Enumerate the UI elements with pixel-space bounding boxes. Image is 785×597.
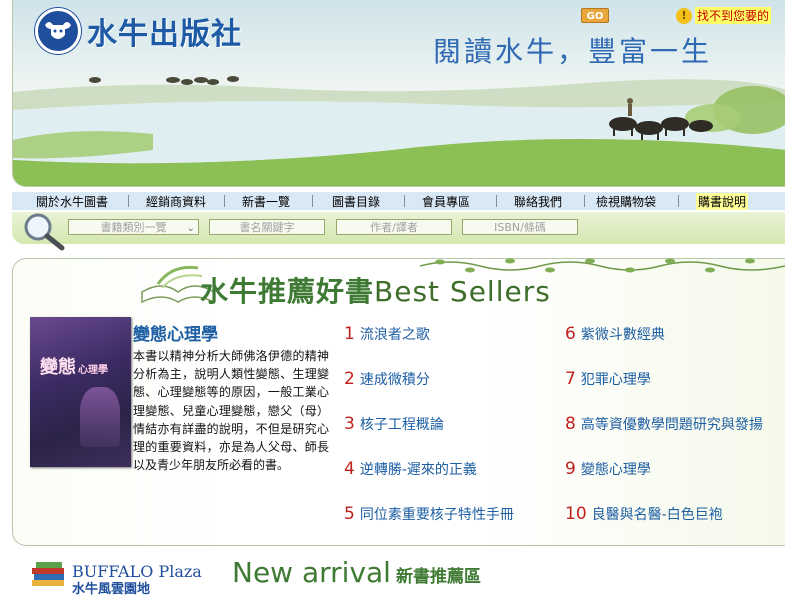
nav-divider xyxy=(584,195,585,207)
cover-title: 變態 心理學 xyxy=(40,353,108,379)
rank-book-title[interactable]: 流浪者之歌 xyxy=(360,324,430,344)
rank-number: 5 xyxy=(344,504,355,524)
nav-members[interactable]: 會員專區 xyxy=(422,193,470,210)
rank-number: 4 xyxy=(344,459,355,479)
nav-contact[interactable]: 聯絡我們 xyxy=(514,193,562,210)
rank-number: 6 xyxy=(565,324,576,344)
ranking-item[interactable]: 7 犯罪心理學 xyxy=(565,369,651,389)
not-found-label: 找不到您要的 xyxy=(695,7,772,24)
ranking-item[interactable]: 10 良醫與名醫-白色巨袍 xyxy=(565,504,723,524)
buffalo-plaza-subtitle: 水牛風雲園地 xyxy=(72,582,151,597)
search-go-button[interactable]: GO xyxy=(581,8,609,23)
nav-divider xyxy=(496,195,497,207)
category-select[interactable]: 書籍類別一覽 ⌄ xyxy=(68,219,199,235)
rank-number: 1 xyxy=(344,324,355,344)
cover-figure-illustration xyxy=(80,387,120,447)
publisher-logo[interactable]: 水牛出版社 xyxy=(35,8,242,54)
buffalo-logo-icon xyxy=(35,8,81,54)
new-arrival-heading-cn: 新書推薦區 xyxy=(396,567,482,587)
info-icon: ! xyxy=(676,7,692,24)
nav-distributors[interactable]: 經銷商資料 xyxy=(146,193,206,210)
rank-book-title[interactable]: 犯罪心理學 xyxy=(581,369,651,389)
not-found-link[interactable]: ! 找不到您要的 xyxy=(676,7,772,24)
rank-book-title[interactable]: 同位素重要核子特性手冊 xyxy=(360,504,514,524)
chevron-down-icon: ⌄ xyxy=(186,223,195,234)
rank-number: 8 xyxy=(565,414,576,434)
header-banner: 水牛出版社 閱讀水牛，豐富一生 xyxy=(12,0,785,187)
nav-divider xyxy=(678,195,679,207)
ranking-item[interactable]: 8 高等資優數學問題研究與發揚 xyxy=(565,414,763,434)
ranking-item[interactable]: 1 流浪者之歌 xyxy=(344,324,430,344)
nav-divider xyxy=(128,195,129,207)
featured-book-description: 本書以精神分析大師佛洛伊德的精神分析為主，說明人類性變態、生理變態、心理變態等的… xyxy=(133,349,329,473)
rank-number: 9 xyxy=(565,459,576,479)
best-sellers-heading-en: Best Sellers xyxy=(374,275,551,308)
author-input[interactable]: 作者/譯者 xyxy=(336,219,452,235)
nav-divider xyxy=(224,195,225,207)
nav-divider xyxy=(312,195,313,207)
publisher-name: 水牛出版社 xyxy=(87,17,242,52)
rank-book-title[interactable]: 紫微斗數經典 xyxy=(581,324,665,344)
search-bar: 書籍類別一覽 ⌄ 書名關鍵字 作者/譯者 ISBN/條碼 xyxy=(12,212,785,251)
nav-new-books[interactable]: 新書一覽 xyxy=(242,193,290,210)
nav-divider xyxy=(404,195,405,207)
isbn-input[interactable]: ISBN/條碼 xyxy=(462,219,578,235)
new-arrival-heading-en: New arrival xyxy=(232,556,391,589)
rank-book-title[interactable]: 逆轉勝-遲來的正義 xyxy=(360,459,477,479)
ranking-item[interactable]: 3 核子工程概論 xyxy=(344,414,444,434)
featured-book-cover[interactable]: 變態 心理學 xyxy=(30,317,131,467)
rank-book-title[interactable]: 速成微積分 xyxy=(360,369,430,389)
best-sellers-heading: 水牛推薦好書Best Sellers xyxy=(200,270,551,310)
rank-number: 3 xyxy=(344,414,355,434)
rank-number: 10 xyxy=(565,504,587,524)
nav-about[interactable]: 關於水牛圖書 xyxy=(36,193,108,210)
ranking-item[interactable]: 9 變態心理學 xyxy=(565,459,651,479)
featured-book-title[interactable]: 變態心理學 xyxy=(133,320,218,345)
nav-purchase-guide[interactable]: 購書說明 xyxy=(696,193,749,210)
cover-title-sub: 心理學 xyxy=(78,365,108,376)
rank-number: 7 xyxy=(565,369,576,389)
magnifier-icon xyxy=(24,213,65,251)
ranking-item[interactable]: 4 逆轉勝-遲來的正義 xyxy=(344,459,477,479)
nav-view-cart[interactable]: 檢視購物袋 xyxy=(596,193,656,210)
new-arrival-heading: New arrival 新書推薦區 xyxy=(232,556,481,589)
main-nav: 關於水牛圖書 經銷商資料 新書一覽 圖書目錄 會員專區 聯絡我們 檢視購物袋 購… xyxy=(12,192,785,210)
nav-catalog[interactable]: 圖書目錄 xyxy=(332,193,380,210)
book-stack-icon xyxy=(32,562,64,586)
rank-book-title[interactable]: 核子工程概論 xyxy=(360,414,444,434)
ranking-item[interactable]: 6 紫微斗數經典 xyxy=(565,324,665,344)
best-sellers-heading-cn: 水牛推薦好書 xyxy=(200,275,375,308)
slogan: 閱讀水牛，豐富一生 xyxy=(433,35,713,68)
rank-book-title[interactable]: 高等資優數學問題研究與發揚 xyxy=(581,414,763,434)
cover-title-main: 變態 xyxy=(40,357,76,378)
rank-book-title[interactable]: 變態心理學 xyxy=(581,459,651,479)
rank-book-title[interactable]: 良醫與名醫-白色巨袍 xyxy=(592,504,723,524)
ranking-item[interactable]: 2 速成微積分 xyxy=(344,369,430,389)
rank-number: 2 xyxy=(344,369,355,389)
ranking-item[interactable]: 5 同位素重要核子特性手冊 xyxy=(344,504,514,524)
title-keyword-input[interactable]: 書名關鍵字 xyxy=(209,219,325,235)
category-select-value: 書籍類別一覽 xyxy=(100,221,167,234)
